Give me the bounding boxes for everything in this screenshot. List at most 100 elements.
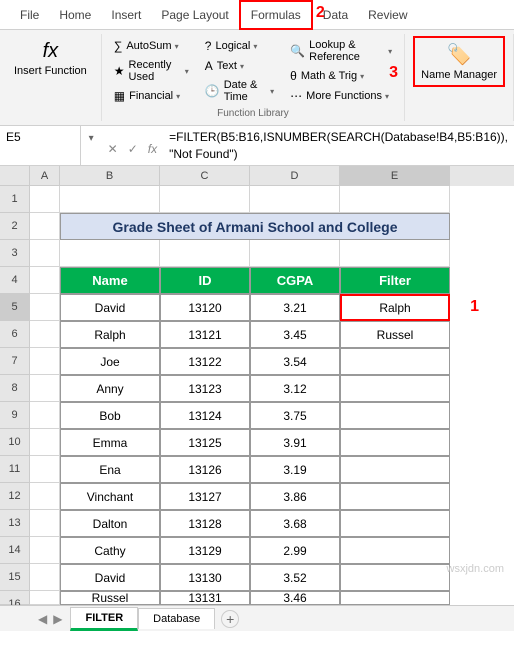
cell[interactable] [30, 267, 60, 294]
name-box[interactable]: E5 [0, 126, 81, 165]
cell[interactable] [30, 186, 60, 213]
cell-filter[interactable]: Russel [340, 321, 450, 348]
row-header[interactable]: 15 [0, 564, 30, 591]
cell-id[interactable]: 13120 [160, 294, 250, 321]
sheet-tab-filter[interactable]: FILTER [70, 607, 138, 631]
cancel-icon[interactable]: ✕ [108, 142, 118, 156]
row-header[interactable]: 11 [0, 456, 30, 483]
cell-filter[interactable] [340, 564, 450, 591]
cell-name[interactable]: Anny [60, 375, 160, 402]
cell-cgpa[interactable]: 3.75 [250, 402, 340, 429]
cell-id[interactable]: 13122 [160, 348, 250, 375]
cell-id[interactable]: 13121 [160, 321, 250, 348]
namebox-chevron-icon[interactable]: ▾ [81, 126, 102, 144]
cell-name[interactable]: David [60, 294, 160, 321]
cell-id[interactable]: 13129 [160, 537, 250, 564]
cell[interactable] [30, 510, 60, 537]
row-header[interactable]: 5 [0, 294, 30, 321]
cell-cgpa[interactable]: 3.52 [250, 564, 340, 591]
cell-name[interactable]: Dalton [60, 510, 160, 537]
enter-icon[interactable]: ✓ [128, 142, 138, 156]
cell-id[interactable]: 13131 [160, 591, 250, 605]
row-header[interactable]: 8 [0, 375, 30, 402]
cell[interactable] [30, 375, 60, 402]
cell-id[interactable]: 13130 [160, 564, 250, 591]
cell[interactable] [250, 186, 340, 213]
cell-id[interactable]: 13125 [160, 429, 250, 456]
cell-id[interactable]: 13127 [160, 483, 250, 510]
row-header[interactable]: 3 [0, 240, 30, 267]
cell-cgpa[interactable]: 3.46 [250, 591, 340, 605]
cell-filter[interactable] [340, 483, 450, 510]
header-cgpa[interactable]: CGPA [250, 267, 340, 294]
cell-filter[interactable] [340, 510, 450, 537]
tab-insert[interactable]: Insert [101, 2, 151, 28]
row-header[interactable]: 12 [0, 483, 30, 510]
cell[interactable] [160, 186, 250, 213]
row-header[interactable]: 4 [0, 267, 30, 294]
cell-name[interactable]: Ena [60, 456, 160, 483]
cell[interactable] [60, 240, 160, 267]
tab-formulas[interactable]: Formulas 2 [239, 0, 313, 30]
col-header-C[interactable]: C [160, 166, 250, 186]
tab-page-layout[interactable]: Page Layout [151, 2, 238, 28]
formula-input[interactable]: =FILTER(B5:B16,ISNUMBER(SEARCH(Database!… [163, 126, 514, 166]
cell-filter[interactable] [340, 456, 450, 483]
row-header[interactable]: 10 [0, 429, 30, 456]
cell[interactable] [30, 294, 60, 321]
cell-cgpa[interactable]: 2.99 [250, 537, 340, 564]
cell[interactable] [30, 429, 60, 456]
cell-id[interactable]: 13128 [160, 510, 250, 537]
cell-id[interactable]: 13124 [160, 402, 250, 429]
cell[interactable] [30, 483, 60, 510]
row-header[interactable]: 2 [0, 213, 30, 240]
cell-filter[interactable] [340, 348, 450, 375]
cell[interactable] [250, 240, 340, 267]
cell[interactable] [30, 348, 60, 375]
header-name[interactable]: Name [60, 267, 160, 294]
row-header[interactable]: 16 [0, 591, 30, 605]
cell-cgpa[interactable]: 3.21 [250, 294, 340, 321]
cell-cgpa[interactable]: 3.86 [250, 483, 340, 510]
name-manager-button[interactable]: 🏷️ Name Manager [413, 36, 505, 87]
cell[interactable] [30, 591, 60, 605]
header-filter[interactable]: Filter [340, 267, 450, 294]
lookup-reference-dropdown[interactable]: 🔍 Lookup & Reference▾ [286, 37, 396, 65]
cell[interactable] [30, 564, 60, 591]
row-header[interactable]: 1 [0, 186, 30, 213]
sheet-next-icon[interactable]: ▶ [53, 612, 62, 626]
cell-filter-selected[interactable]: Ralph [340, 294, 450, 321]
cell-name[interactable]: Joe [60, 348, 160, 375]
autosum-dropdown[interactable]: ∑ AutoSum▾ [110, 37, 193, 55]
cell-id[interactable]: 13123 [160, 375, 250, 402]
row-header[interactable]: 14 [0, 537, 30, 564]
tab-file[interactable]: File [10, 2, 49, 28]
cell-filter[interactable] [340, 402, 450, 429]
cell-cgpa[interactable]: 3.54 [250, 348, 340, 375]
cell[interactable] [30, 213, 60, 240]
col-header-A[interactable]: A [30, 166, 60, 186]
header-id[interactable]: ID [160, 267, 250, 294]
row-header[interactable]: 6 [0, 321, 30, 348]
cell-filter[interactable] [340, 429, 450, 456]
cell[interactable] [30, 402, 60, 429]
col-header-E[interactable]: E [340, 166, 450, 186]
cell-filter[interactable] [340, 375, 450, 402]
cell[interactable] [340, 240, 450, 267]
cell-cgpa[interactable]: 3.68 [250, 510, 340, 537]
math-trig-dropdown[interactable]: θ Math & Trig▾ [286, 67, 396, 85]
cell-cgpa[interactable]: 3.19 [250, 456, 340, 483]
logical-dropdown[interactable]: ? Logical▾ [201, 37, 278, 55]
cell-cgpa[interactable]: 3.12 [250, 375, 340, 402]
cell-id[interactable]: 13126 [160, 456, 250, 483]
cell-cgpa[interactable]: 3.91 [250, 429, 340, 456]
fx-icon[interactable]: fx [148, 142, 157, 156]
add-sheet-button[interactable]: + [221, 610, 239, 628]
col-header-D[interactable]: D [250, 166, 340, 186]
cell[interactable] [30, 537, 60, 564]
cell[interactable] [30, 240, 60, 267]
more-functions-dropdown[interactable]: ⋯ More Functions▾ [286, 87, 396, 105]
row-header[interactable]: 7 [0, 348, 30, 375]
insert-function-button[interactable]: fx Insert Function [8, 36, 93, 81]
cell[interactable] [30, 456, 60, 483]
